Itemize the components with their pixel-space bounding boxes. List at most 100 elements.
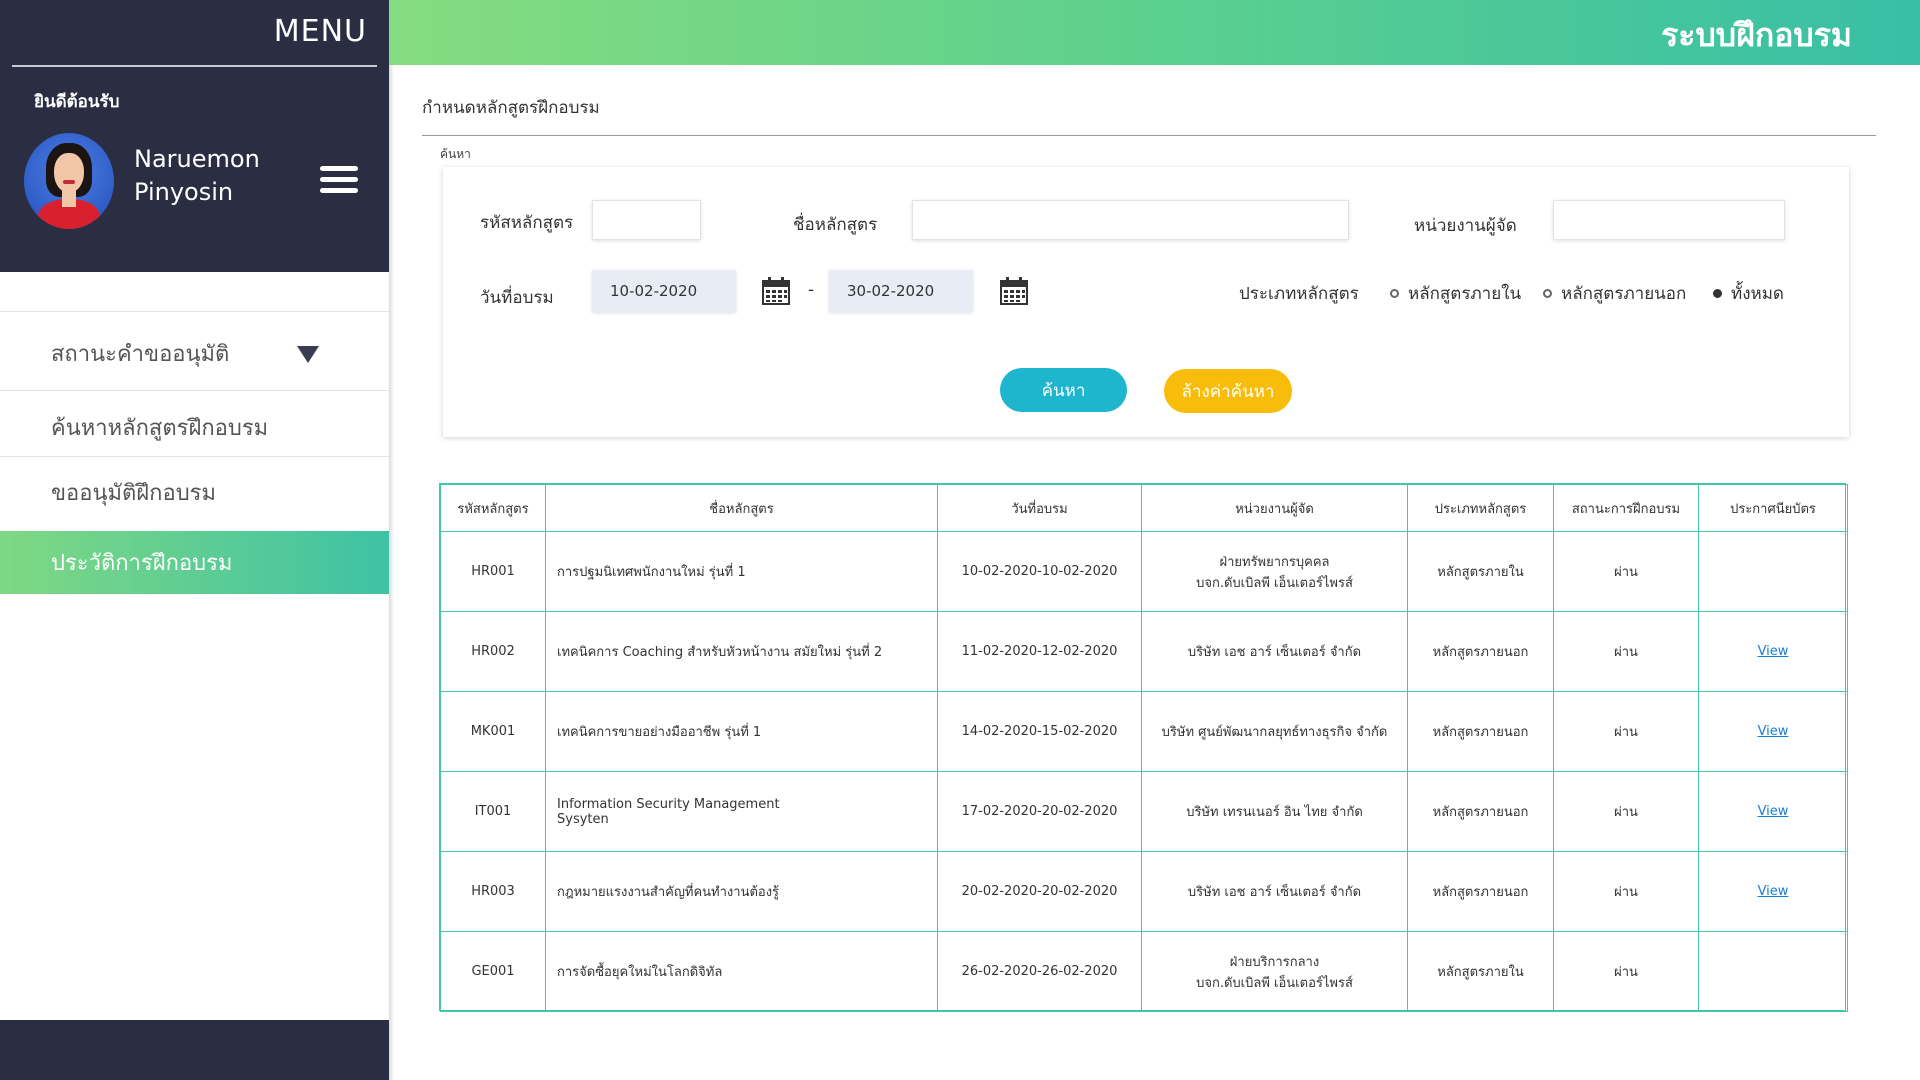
course-name-input[interactable] bbox=[912, 200, 1349, 240]
user-last-name: Pinyosin bbox=[134, 178, 234, 206]
organizer-input[interactable] bbox=[1553, 200, 1785, 240]
cell-dates: 20-02-2020-20-02-2020 bbox=[937, 851, 1142, 932]
user-name: Naruemon Pinyosin bbox=[134, 143, 260, 209]
sidebar-item-label: ขออนุมัติฝึกอบรม bbox=[51, 480, 216, 506]
col-header-certificate[interactable]: ประกาศนียบัตร bbox=[1698, 484, 1848, 532]
view-certificate-link[interactable]: View bbox=[1758, 884, 1789, 899]
table-row: HR001 การปฐมนิเทศพนักงานใหม่ รุ่นที่ 1 1… bbox=[440, 531, 1848, 612]
cell-certificate: View bbox=[1698, 611, 1848, 692]
sidebar-item-training-history[interactable]: ประวัติการฝึกอบรม bbox=[0, 531, 389, 594]
cell-code: HR001 bbox=[440, 531, 546, 612]
menu-divider bbox=[12, 65, 377, 67]
calendar-icon[interactable] bbox=[762, 277, 790, 305]
welcome-text: ยินดีต้อนรับ bbox=[34, 92, 120, 112]
radio-external-label: หลักสูตรภายนอก bbox=[1561, 284, 1687, 304]
table-row: HR003 กฎหมายแรงงานสำคัญที่คนทำงานต้องรู้… bbox=[440, 851, 1848, 932]
menu-title: MENU bbox=[273, 14, 367, 49]
calendar-icon[interactable] bbox=[1000, 277, 1028, 305]
cell-code: HR002 bbox=[440, 611, 546, 692]
course-type-label: ประเภทหลักสูตร bbox=[1239, 284, 1359, 304]
cell-dates: 17-02-2020-20-02-2020 bbox=[937, 771, 1142, 852]
hamburger-icon[interactable] bbox=[320, 166, 358, 194]
cell-type: หลักสูตรภายนอก bbox=[1407, 611, 1554, 692]
sidebar: MENU ยินดีต้อนรับ Naruemon Pinyosin สถาน… bbox=[0, 0, 389, 1080]
col-header-status[interactable]: สถานะการฝึกอบรม bbox=[1553, 484, 1699, 532]
view-certificate-link[interactable]: View bbox=[1758, 804, 1789, 819]
course-code-input[interactable] bbox=[592, 200, 701, 240]
cell-dates: 14-02-2020-15-02-2020 bbox=[937, 691, 1142, 772]
cell-code: GE001 bbox=[440, 931, 546, 1012]
table-row: IT001 Information Security Management Sys… bbox=[440, 771, 1848, 852]
radio-all-label: ทั้งหมด bbox=[1731, 284, 1784, 304]
cell-code: IT001 bbox=[440, 771, 546, 852]
cell-certificate: View bbox=[1698, 771, 1848, 852]
cell-type: หลักสูตรภายนอก bbox=[1407, 851, 1554, 932]
organizer-line: บจก.ดับเบิลพี เอ็นเตอร์ไพรส์ bbox=[1196, 575, 1353, 591]
triangle-down-icon[interactable] bbox=[297, 346, 319, 363]
nav-divider bbox=[0, 390, 389, 391]
avatar bbox=[24, 133, 114, 229]
table-header-row: รหัสหลักสูตร ชื่อหลักสูตร วันที่อบรม หน่… bbox=[440, 484, 1848, 532]
cell-course-name: เทคนิคการ Coaching สำหรับหัวหน้างาน สมัย… bbox=[545, 611, 938, 692]
course-name-label: ชื่อหลักสูตร bbox=[793, 215, 878, 235]
radio-internal[interactable]: หลักสูตรภายใน bbox=[1390, 280, 1521, 307]
radio-internal-label: หลักสูตรภายใน bbox=[1408, 284, 1522, 304]
training-date-label: วันที่อบรม bbox=[480, 288, 554, 308]
course-name-line: กฎหมายแรงงานสำคัญที่คนทำงานต้องรู้ bbox=[557, 885, 780, 900]
cell-course-name: กฎหมายแรงงานสำคัญที่คนทำงานต้องรู้ bbox=[545, 851, 938, 932]
col-header-name[interactable]: ชื่อหลักสูตร bbox=[545, 484, 938, 532]
view-certificate-link[interactable]: View bbox=[1758, 724, 1789, 739]
sidebar-item-request-training[interactable]: ขออนุมัติฝึกอบรม bbox=[0, 461, 389, 523]
organizer-line: บจก.ดับเบิลพี เอ็นเตอร์ไพรส์ bbox=[1196, 975, 1353, 991]
cell-code: HR003 bbox=[440, 851, 546, 932]
radio-all[interactable]: ทั้งหมด bbox=[1713, 280, 1784, 307]
clear-search-button[interactable]: ล้างค่าค้นหา bbox=[1164, 369, 1292, 413]
organizer-line: บริษัท เอช อาร์ เซ็นเตอร์ จำกัด bbox=[1187, 645, 1362, 660]
course-name-line: เทคนิคการ Coaching สำหรับหัวหน้างาน สมัย… bbox=[557, 645, 883, 660]
cell-dates: 26-02-2020-26-02-2020 bbox=[937, 931, 1142, 1012]
cell-certificate: View bbox=[1698, 851, 1848, 932]
date-to-value: 30-02-2020 bbox=[847, 282, 935, 300]
sidebar-item-label: ค้นหาหลักสูตรฝึกอบรม bbox=[51, 415, 269, 441]
course-name-line: การปฐมนิเทศพนักงานใหม่ รุ่นที่ 1 bbox=[557, 565, 746, 580]
organizer-line: บริษัท ศูนย์พัฒนากลยุทธ์ทางธุรกิจ จำกัด bbox=[1161, 725, 1388, 740]
col-header-date[interactable]: วันที่อบรม bbox=[937, 484, 1142, 532]
col-header-type[interactable]: ประเภทหลักสูตร bbox=[1407, 484, 1554, 532]
cell-dates: 10-02-2020-10-02-2020 bbox=[937, 531, 1142, 612]
cell-organizer: ฝ่ายทรัพยากรบุคคลบจก.ดับเบิลพี เอ็นเตอร์… bbox=[1141, 531, 1408, 612]
radio-external[interactable]: หลักสูตรภายนอก bbox=[1543, 280, 1686, 307]
organizer-label: หน่วยงานผู้จัด bbox=[1414, 216, 1517, 236]
sidebar-item-label: สถานะคำขออนุมัติ bbox=[51, 341, 230, 367]
cell-status: ผ่าน bbox=[1553, 771, 1699, 852]
cell-organizer: บริษัท ศูนย์พัฒนากลยุทธ์ทางธุรกิจ จำกัด bbox=[1141, 691, 1408, 772]
table-row: GE001 การจัดซื้อยุคใหม่ในโลกดิจิทัล 26-0… bbox=[440, 931, 1848, 1012]
cell-status: ผ่าน bbox=[1553, 851, 1699, 932]
sidebar-item-search-course[interactable]: ค้นหาหลักสูตรฝึกอบรม bbox=[0, 396, 389, 458]
course-code-label: รหัสหลักสูตร bbox=[480, 213, 574, 233]
view-certificate-link[interactable]: View bbox=[1758, 644, 1789, 659]
course-name-line: การจัดซื้อยุคใหม่ในโลกดิจิทัล bbox=[557, 965, 723, 980]
sidebar-profile-panel: MENU ยินดีต้อนรับ Naruemon Pinyosin bbox=[0, 0, 389, 272]
date-to-field[interactable]: 30-02-2020 bbox=[829, 270, 973, 312]
app-title: ระบบฝึกอบรม bbox=[1661, 16, 1852, 54]
col-header-code[interactable]: รหัสหลักสูตร bbox=[440, 484, 546, 532]
date-range-separator: - bbox=[808, 280, 815, 300]
search-button[interactable]: ค้นหา bbox=[1000, 368, 1127, 412]
cell-organizer: บริษัท เทรนเนอร์ อิน ไทย จำกัด bbox=[1141, 771, 1408, 852]
cell-organizer: ฝ่ายบริการกลาง บจก.ดับเบิลพี เอ็นเตอร์ไพร… bbox=[1141, 931, 1408, 1012]
col-header-organizer[interactable]: หน่วยงานผู้จัด bbox=[1141, 484, 1408, 532]
table-row: HR002 เทคนิคการ Coaching สำหรับหัวหน้างา… bbox=[440, 611, 1848, 692]
radio-all-dot[interactable] bbox=[1713, 289, 1722, 298]
sidebar-item-approval-status[interactable]: สถานะคำขออนุมัติ bbox=[0, 322, 389, 384]
top-header: ระบบฝึกอบรม bbox=[389, 0, 1920, 65]
date-from-value: 10-02-2020 bbox=[610, 282, 698, 300]
radio-external-dot[interactable] bbox=[1543, 289, 1552, 298]
organizer-line: ฝ่ายทรัพยากรบุคคล bbox=[1219, 554, 1330, 570]
organizer-line: บริษัท เทรนเนอร์ อิน ไทย จำกัด bbox=[1186, 805, 1363, 820]
radio-internal-dot[interactable] bbox=[1390, 289, 1399, 298]
cell-dates: 11-02-2020-12-02-2020 bbox=[937, 611, 1142, 692]
results-table: รหัสหลักสูตร ชื่อหลักสูตร วันที่อบรม หน่… bbox=[439, 483, 1848, 1012]
cell-organizer: บริษัท เอช อาร์ เซ็นเตอร์ จำกัด bbox=[1141, 611, 1408, 692]
sidebar-footer bbox=[0, 1020, 389, 1080]
date-from-field[interactable]: 10-02-2020 bbox=[592, 270, 736, 312]
